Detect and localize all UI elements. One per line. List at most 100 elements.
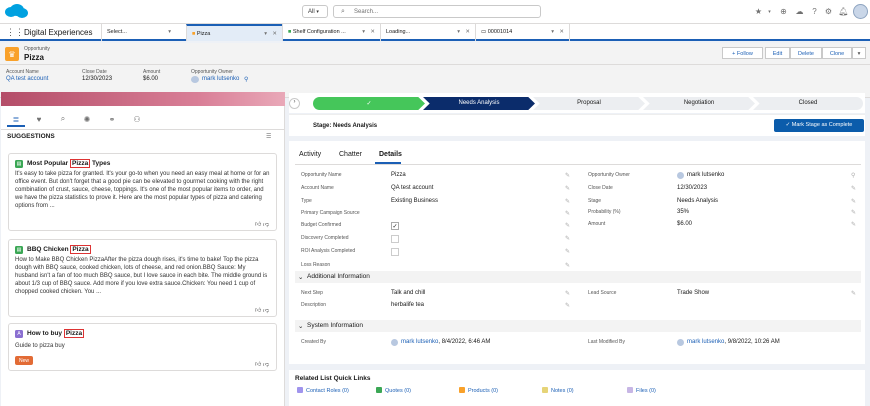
edit-button[interactable]: Edit — [765, 47, 790, 59]
tab-pizza[interactable]: ■ Pizza ▾ ✕ — [186, 24, 282, 41]
filter-icon[interactable]: ☰ — [266, 133, 271, 140]
feedback-icons[interactable]: 👍︎ 👎︎ — [255, 220, 269, 228]
owner-link[interactable]: mark lutsenko — [202, 76, 239, 82]
edit-pencil-icon[interactable]: ✎ — [851, 185, 856, 192]
search-icon[interactable]: ⌕ — [58, 114, 68, 124]
mark-stage-complete-button[interactable]: ✓ Mark Stage as Complete — [774, 119, 864, 132]
path-stage-complete[interactable]: ✓ — [313, 97, 425, 110]
modified-by-link[interactable]: mark lutsenko — [687, 339, 724, 345]
tab-activity[interactable]: Activity — [299, 151, 321, 158]
heart-icon[interactable]: ♥ — [34, 114, 44, 124]
current-stage-label: Stage: Needs Analysis — [313, 123, 378, 129]
change-owner-icon[interactable]: ⚲ — [851, 172, 855, 179]
edit-pencil-icon[interactable]: ✎ — [565, 302, 570, 309]
related-quick-links: Related List Quick Links Contact Roles (… — [289, 370, 865, 406]
edit-pencil-icon[interactable]: ✎ — [851, 290, 856, 297]
close-icon[interactable]: ✕ — [272, 31, 277, 37]
tab-shelf-configuration[interactable]: ■ Shelf Configuration ... ▾ ✕ — [282, 24, 380, 41]
tab-loading[interactable]: Loading... ▾ ✕ — [380, 24, 475, 41]
app-name: Digital Experiences — [24, 28, 93, 37]
edit-pencil-icon[interactable]: ✎ — [565, 290, 570, 297]
edit-pencil-icon[interactable]: ✎ — [565, 248, 570, 255]
record-detail-panel: Activity Chatter Details Opportunity Nam… — [289, 141, 865, 364]
delete-button[interactable]: Delete — [790, 47, 822, 59]
clone-button[interactable]: Clone — [822, 47, 852, 59]
path-stage[interactable]: Proposal — [533, 97, 645, 110]
roi-checkbox — [391, 248, 399, 256]
chevron-down-icon: ⌄ — [298, 323, 304, 330]
suggestion-card[interactable]: ▤ BBQ Chicken Pizza How to Make BBQ Chic… — [8, 239, 277, 317]
section-system-information[interactable]: ⌄ System Information — [295, 320, 861, 332]
tab-case-00001014[interactable]: ▭ 00001014 ▾ ✕ — [475, 24, 569, 41]
suggestion-title[interactable]: BBQ Chicken Pizza — [27, 245, 91, 254]
close-icon[interactable]: ✕ — [370, 29, 375, 35]
favorites-dropdown-icon[interactable]: ▾ — [764, 6, 775, 17]
sales-path: › ✓ Needs Analysis Proposal Negotiation … — [289, 93, 865, 113]
path-toggle-icon[interactable]: › — [289, 98, 300, 109]
suggestion-body: Guide to pizza buy — [15, 343, 65, 349]
quick-link-contact-roles[interactable]: Contact Roles (0) — [297, 387, 349, 394]
tab-details[interactable]: Details — [379, 151, 402, 158]
notifications-bell-icon[interactable]: 🔔︎ — [838, 6, 849, 17]
avatar[interactable] — [853, 4, 868, 19]
quick-link-files[interactable]: Files (0) — [627, 387, 656, 394]
user-settings-icon[interactable]: ⚇ — [132, 114, 142, 124]
suggestion-card[interactable]: ▤ Most Popular Pizza Types It's easy to … — [8, 153, 277, 231]
global-actions-icon[interactable]: ⊕ — [778, 6, 789, 17]
suggestion-body: How to Make BBQ Chicken PizzaAfter the p… — [15, 257, 268, 295]
feedback-icons[interactable]: 👍︎ 👎︎ — [255, 306, 269, 314]
app-launcher-icon[interactable]: ⋮⋮ — [6, 27, 24, 38]
feedback-icons[interactable]: 👍︎ 👎︎ — [255, 360, 269, 368]
salesforce-logo[interactable] — [3, 3, 29, 20]
stage-bar: Stage: Needs Analysis ✓ Mark Stage as Co… — [289, 114, 865, 136]
suggestion-card[interactable]: A How to buy Pizza Guide to pizza buy Ne… — [8, 323, 277, 371]
more-actions-button[interactable]: ▾ — [852, 47, 866, 59]
broadcast-icon[interactable]: ✺ — [82, 114, 92, 124]
guide-icon: A — [15, 330, 23, 338]
owner-link[interactable]: mark lutsenko — [687, 172, 724, 178]
quick-link-quotes[interactable]: Quotes (0) — [376, 387, 411, 394]
edit-pencil-icon[interactable]: ✎ — [851, 198, 856, 205]
search-icon: ⌕ — [341, 8, 345, 15]
edit-pencil-icon[interactable]: ✎ — [851, 221, 856, 228]
object-label: Opportunity — [24, 46, 50, 52]
link-icon[interactable]: ⚭ — [107, 114, 117, 124]
panel-banner — [1, 92, 285, 106]
follow-button[interactable]: + Follow — [722, 47, 763, 59]
owner-avatar — [191, 76, 199, 83]
suggestions-tab-icon[interactable]: ≣ — [11, 114, 21, 124]
close-icon[interactable]: ✕ — [465, 29, 470, 35]
quick-link-products[interactable]: Products (0) — [459, 387, 498, 394]
help-icon[interactable]: ? — [809, 6, 820, 17]
edit-pencil-icon[interactable]: ✎ — [565, 262, 570, 269]
created-by-link[interactable]: mark lutsenko — [401, 339, 438, 345]
article-icon: ▤ — [15, 246, 23, 254]
section-additional-information[interactable]: ⌄ Additional Information — [295, 271, 861, 283]
opportunity-icon: ♛ — [5, 47, 19, 61]
discovery-checkbox — [391, 235, 399, 243]
edit-pencil-icon[interactable]: ✎ — [851, 209, 856, 216]
related-links-title: Related List Quick Links — [295, 375, 371, 382]
favorites-icon[interactable]: ★ — [753, 6, 764, 17]
change-owner-icon[interactable]: ⚲ — [244, 76, 248, 83]
search-scope-select[interactable]: All ▾ — [302, 5, 328, 18]
app-nav-bar: ⋮⋮ Digital Experiences Select... ▾ ■ Pizz… — [0, 24, 870, 41]
suggestion-title[interactable]: Most Popular Pizza Types — [27, 159, 110, 168]
setup-gear-icon[interactable]: ⚙ — [823, 6, 834, 17]
path-stage-current[interactable]: Needs Analysis — [423, 97, 535, 110]
tab-select[interactable]: Select... ▾ — [101, 24, 186, 41]
edit-pencil-icon[interactable]: ✎ — [565, 235, 570, 242]
trailhead-icon[interactable]: ☁ — [794, 6, 805, 17]
new-badge: New — [15, 356, 34, 365]
account-link[interactable]: QA test account — [6, 76, 48, 82]
tab-chatter[interactable]: Chatter — [339, 151, 362, 158]
quick-link-notes[interactable]: Notes (0) — [542, 387, 574, 394]
search-input[interactable]: ⌕ Search... — [333, 5, 541, 18]
suggestion-title[interactable]: How to buy Pizza — [27, 329, 85, 338]
path-stage[interactable]: Negotiation — [643, 97, 755, 110]
chevron-down-icon: ⌄ — [298, 274, 304, 281]
close-icon[interactable]: ✕ — [559, 29, 564, 35]
record-title: Pizza — [24, 53, 45, 62]
avatar — [391, 339, 398, 346]
path-stage[interactable]: Closed — [753, 97, 863, 110]
